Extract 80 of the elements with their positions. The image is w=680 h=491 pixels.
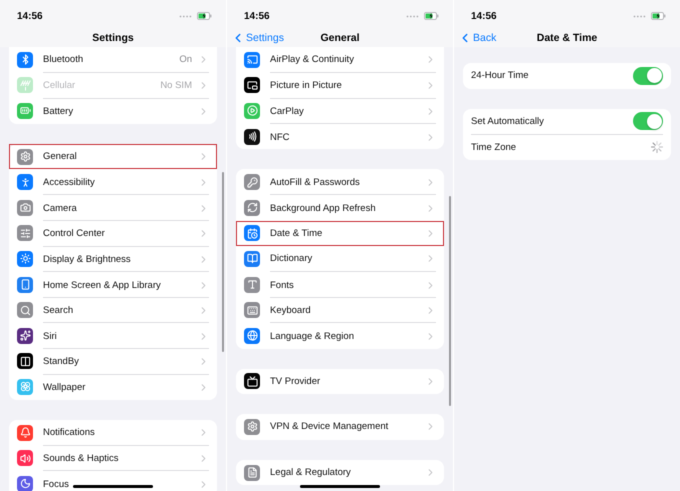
settings-row[interactable]: Wallpaper (9, 374, 217, 400)
row-label: Background App Refresh (270, 202, 376, 214)
row-label: General (43, 151, 77, 162)
settings-row[interactable]: Control Center (9, 220, 217, 246)
battery-icon (651, 12, 666, 20)
settings-row[interactable]: Language & Region (236, 322, 444, 349)
row-label: NFC (270, 132, 290, 143)
row-label: TV Provider (270, 376, 320, 387)
row-label: Wallpaper (43, 382, 86, 393)
settings-row[interactable]: Background App Refresh (236, 194, 444, 221)
row-label: Dictionary (270, 253, 312, 264)
signal-icon (406, 14, 419, 18)
settings-row[interactable]: VPN & Device Management (236, 414, 444, 440)
row-label: Notifications (43, 427, 95, 438)
row-label: Sounds & Haptics (43, 453, 119, 464)
row-label: Date & Time (270, 228, 322, 239)
settings-row[interactable]: Sounds & Haptics (9, 445, 217, 471)
row-label: 24-Hour Time (471, 70, 529, 82)
toggle-switch[interactable] (633, 112, 663, 130)
status-time: 14:56 (17, 10, 43, 22)
status-time: 14:56 (244, 10, 270, 22)
row-label: Legal & Regulatory (270, 467, 351, 478)
settings-row[interactable]: Legal & Regulatory (236, 460, 444, 486)
row-label: Battery (43, 106, 74, 117)
row-label: StandBy (43, 356, 79, 368)
settings-row[interactable]: AutoFill & Passwords (236, 169, 444, 195)
row-label: AutoFill & Passwords (270, 176, 360, 188)
settings-row[interactable]: Battery (9, 98, 217, 124)
screen-title: Date & Time (536, 32, 598, 44)
row-label: Bluetooth (43, 54, 84, 66)
row-label: Time Zone (471, 142, 516, 153)
settings-row[interactable]: Notifications (9, 420, 217, 446)
row-label: Camera (43, 202, 77, 214)
settings-row[interactable]: Display & Brightness (9, 246, 217, 272)
row-label: Home Screen & App Library (43, 280, 161, 291)
settings-row[interactable]: Dictionary (236, 246, 444, 272)
row-value: No SIM (160, 80, 192, 92)
settings-row[interactable]: Fonts (236, 272, 444, 298)
row-label: Set Automatically (471, 116, 544, 127)
row-label: Picture in Picture (270, 80, 342, 92)
settings-row[interactable]: Keyboard (236, 297, 444, 323)
status-time: 14:56 (471, 10, 497, 22)
settings-row[interactable]: Date & Time (236, 220, 444, 246)
settings-row[interactable]: Accessibility (9, 169, 217, 195)
screen-title: General (320, 32, 360, 44)
row-label: Display & Brightness (43, 254, 131, 265)
settings-row[interactable]: Search (9, 297, 217, 323)
row-label: Siri (43, 330, 57, 342)
settings-row[interactable]: Home Screen & App Library (9, 272, 217, 298)
back-button[interactable]: Back (458, 30, 496, 44)
signal-icon (179, 14, 192, 18)
row-label: Fonts (270, 280, 294, 291)
row-label: Accessibility (43, 176, 95, 188)
row-label: Control Center (43, 228, 105, 240)
settings-row[interactable]: NFC (236, 124, 444, 150)
row-label: Cellular (43, 80, 76, 92)
row-value: On (179, 54, 192, 66)
row-label: Focus (43, 478, 69, 490)
row-label: CarPlay (270, 106, 304, 117)
row-label: AirPlay & Continuity (270, 54, 354, 66)
battery-icon (197, 12, 212, 20)
signal-icon (633, 14, 646, 18)
settings-row[interactable]: Picture in Picture (236, 72, 444, 98)
settings-row[interactable]: General (9, 144, 217, 170)
settings-row[interactable]: CarPlay (236, 98, 444, 124)
row-label: Language & Region (270, 330, 354, 342)
row-label: VPN & Device Management (270, 421, 388, 432)
settings-row[interactable]: TV Provider (236, 368, 444, 394)
back-button[interactable]: Settings (231, 30, 284, 44)
settings-row[interactable]: Camera (9, 194, 217, 221)
battery-icon (424, 12, 439, 20)
settings-row[interactable]: Bluetooth On (9, 47, 217, 73)
settings-row[interactable]: AirPlay & Continuity (236, 47, 444, 73)
settings-row[interactable]: Siri (9, 322, 217, 349)
spinner-icon (651, 141, 663, 154)
screen-title: Settings (92, 32, 134, 44)
toggle-switch[interactable] (633, 66, 663, 85)
settings-row[interactable]: StandBy (9, 348, 217, 374)
row-label: Keyboard (270, 305, 311, 316)
row-label: Search (43, 305, 74, 316)
